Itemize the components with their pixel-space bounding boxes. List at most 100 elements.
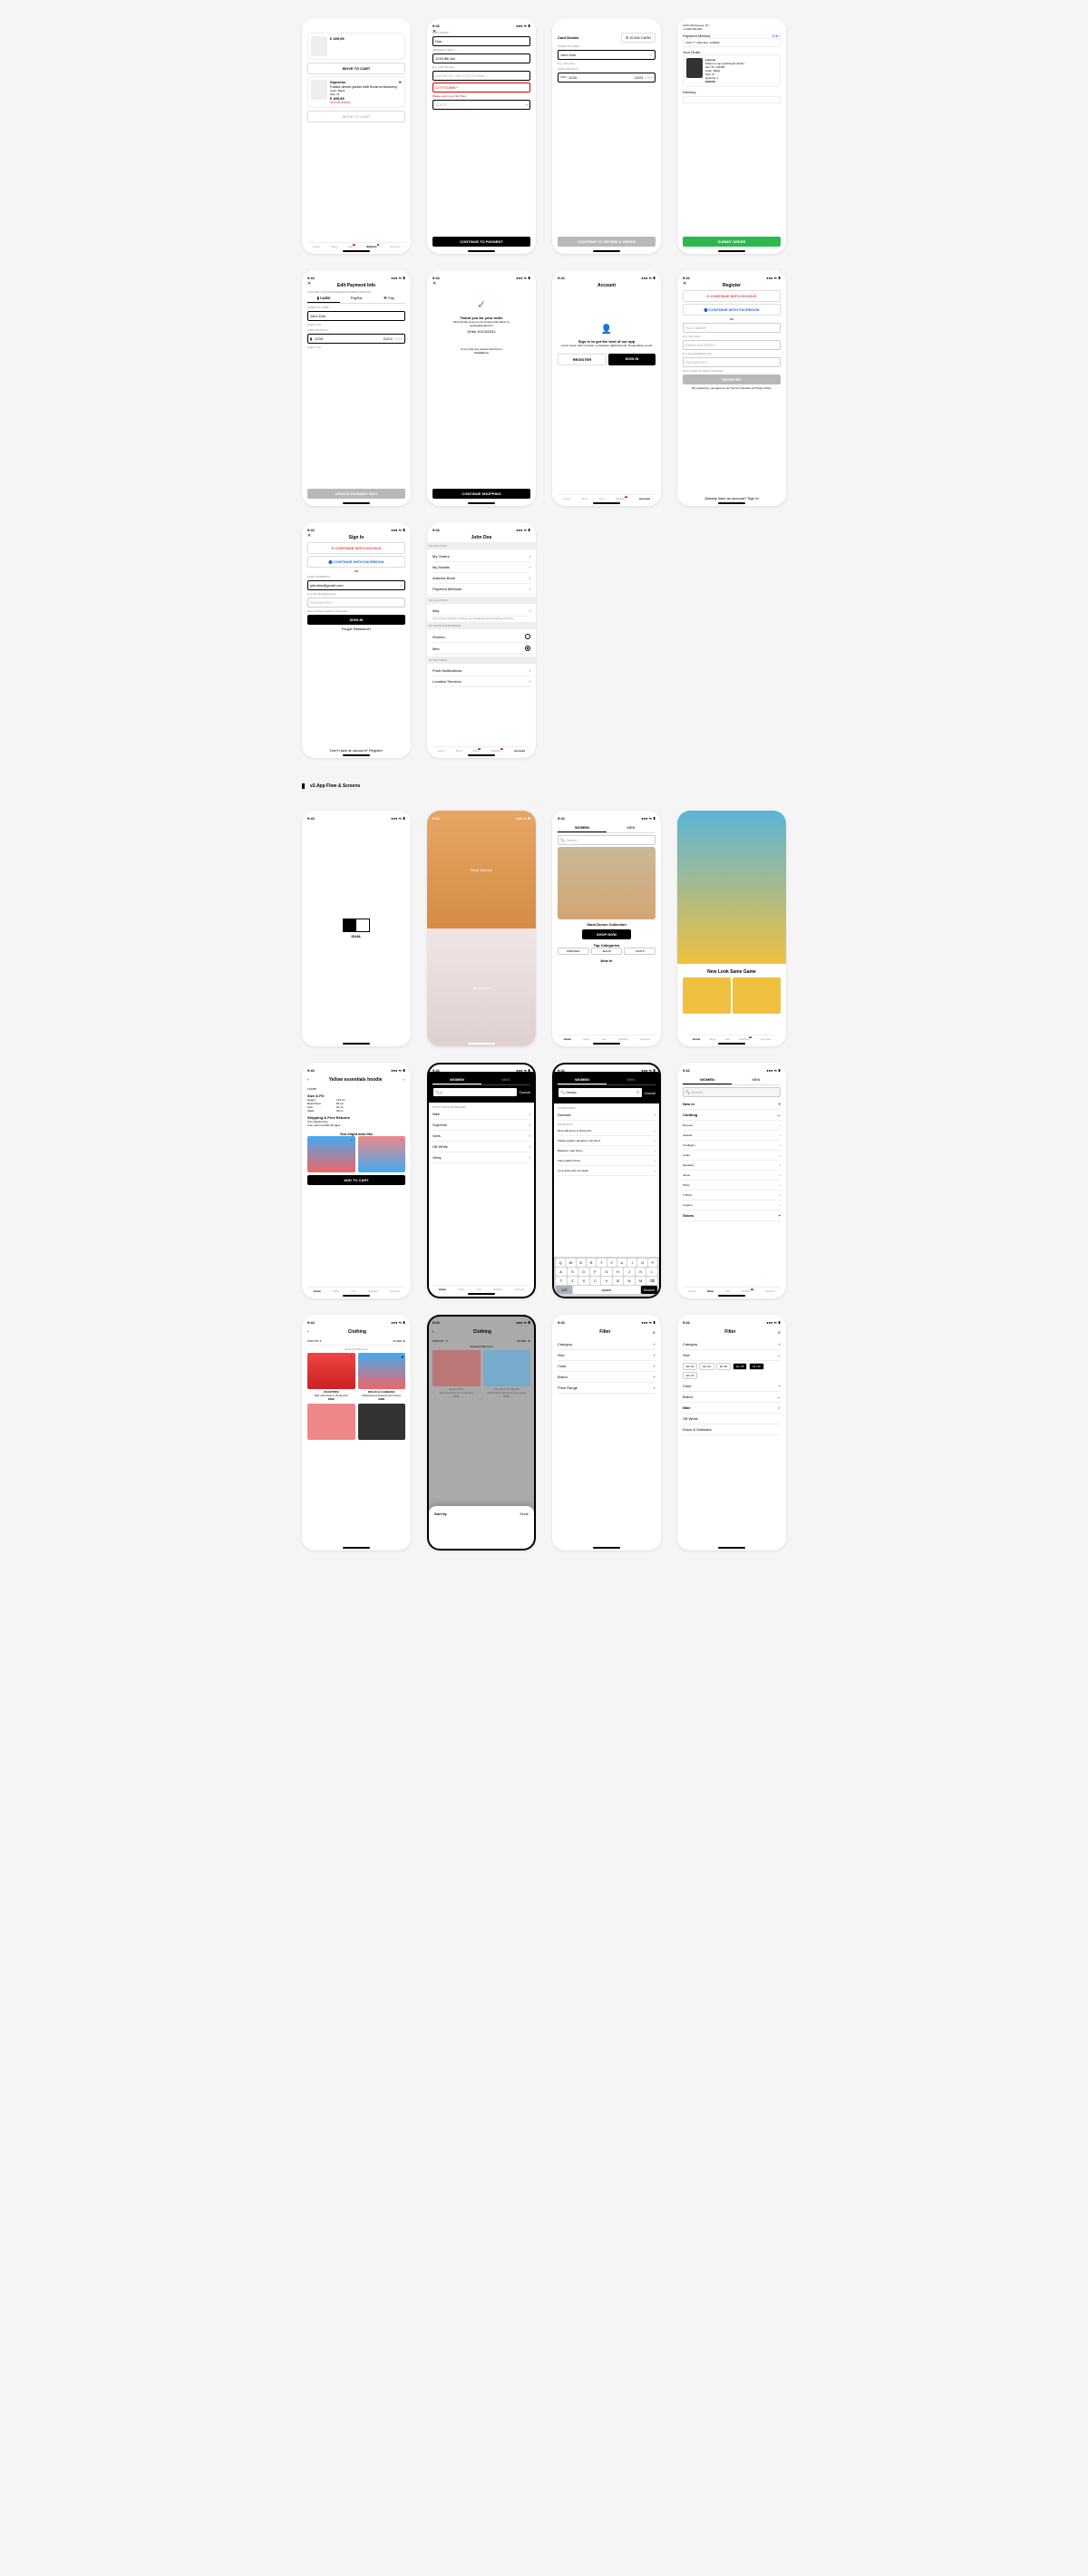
signin-link[interactable]: Already have an account? Sign in bbox=[683, 496, 781, 501]
cat-jeans[interactable]: JEANS bbox=[591, 948, 623, 955]
my-details[interactable]: My Details› bbox=[432, 562, 530, 573]
nav-account[interactable]: Account bbox=[390, 245, 400, 248]
continue-shopping-button[interactable]: CONTINUE SHOPPING bbox=[432, 489, 530, 499]
filter-button[interactable]: FILTER ⚙ bbox=[393, 1339, 405, 1343]
tab-paypal[interactable]: PayPal bbox=[340, 294, 373, 303]
nav-shop[interactable]: Shop bbox=[582, 497, 588, 501]
nav-account[interactable]: Account bbox=[761, 1037, 771, 1041]
product-card[interactable]: ♡ VALENTINO Red midi dress in floral pri… bbox=[307, 1353, 355, 1401]
size-42[interactable]: EU 42 bbox=[683, 1372, 697, 1379]
address1-input[interactable]: 1234 8th Avl bbox=[432, 53, 530, 63]
nav-home[interactable]: Home bbox=[563, 497, 570, 501]
nav-cart[interactable]: Cart bbox=[601, 1037, 607, 1041]
filter-category[interactable]: Category+ bbox=[683, 1339, 781, 1350]
filter-price[interactable]: Price Range+ bbox=[558, 1383, 656, 1394]
close-icon[interactable]: ✕ bbox=[307, 533, 311, 539]
signin-button[interactable]: SIGN IN bbox=[608, 354, 656, 365]
filter-color[interactable]: Color+ bbox=[558, 1361, 656, 1372]
search-input[interactable]: 🔍 Search bbox=[558, 835, 656, 845]
my-orders[interactable]: My Orders› bbox=[432, 551, 530, 562]
tab-men[interactable]: MEN bbox=[607, 1075, 656, 1084]
tab-women[interactable]: WOMEN bbox=[432, 1075, 481, 1084]
city-input[interactable]: CITY/TOWN * bbox=[432, 83, 530, 92]
facebook-button[interactable]: ⬤ CONTINUE WITH FACEBOOK bbox=[307, 556, 405, 568]
nav-wishlist[interactable]: Wishlist● bbox=[739, 1037, 752, 1041]
address2-input[interactable]: ADDRESS LINE 2 (OPTIONAL) bbox=[432, 71, 530, 81]
cancel-button[interactable]: Cancel bbox=[520, 1090, 530, 1094]
keyboard[interactable]: QWERTYUIOP ASDFGHJKL ⇧ZXCVBNM⌫ 123spaceS… bbox=[554, 1257, 659, 1297]
payment-methods[interactable]: Payment Methods› bbox=[432, 584, 530, 595]
nav-shop[interactable]: Shop bbox=[710, 1037, 716, 1041]
card-number-input[interactable]: VISA 1234 12/21 CVV bbox=[558, 73, 656, 83]
brand-offwhite[interactable]: Off-White bbox=[683, 1414, 781, 1424]
fullname-input[interactable]: FULL NAME* bbox=[683, 323, 781, 333]
tab-women[interactable]: WOMEN bbox=[558, 1075, 607, 1084]
sub-jackets[interactable]: Jackets› bbox=[683, 1131, 781, 1141]
password-input[interactable]: PASSWORD * bbox=[307, 598, 405, 608]
filter-brand[interactable]: Brand+ bbox=[558, 1372, 656, 1383]
tab-men[interactable]: MEN bbox=[732, 1075, 781, 1084]
search-input[interactable]: 🔍 Search bbox=[683, 1087, 781, 1097]
nav-cart[interactable]: Cart• bbox=[348, 245, 355, 248]
result-3[interactable]: Backless maxi dress› bbox=[558, 1146, 656, 1156]
state-select[interactable]: STATE *▾ bbox=[432, 100, 530, 110]
result-4[interactable]: Faux leather dress› bbox=[558, 1156, 656, 1166]
cancel-button[interactable]: Cancel bbox=[645, 1091, 656, 1095]
location[interactable]: Italy› bbox=[432, 606, 530, 617]
nav-wishlist[interactable]: Wishlist bbox=[493, 1288, 502, 1291]
nav-account[interactable]: Account bbox=[514, 749, 525, 753]
nav-account[interactable]: Account bbox=[765, 1289, 775, 1293]
nav-wishlist[interactable]: Wishlist● bbox=[491, 749, 504, 753]
register-link[interactable]: Don't have an account? Register bbox=[307, 748, 405, 753]
sub-sweaters[interactable]: Sweaters› bbox=[683, 1161, 781, 1171]
scan-card-button[interactable]: ⊡ SCAN CARD bbox=[621, 33, 656, 43]
nav-wishlist[interactable]: Wishlist● bbox=[616, 497, 628, 501]
signin-button[interactable]: SIGN IN bbox=[307, 615, 405, 625]
brand-vans[interactable]: Vans› bbox=[432, 1131, 530, 1142]
brand-nike[interactable]: Nike✓ bbox=[683, 1403, 781, 1414]
close-icon[interactable]: ✕ bbox=[432, 29, 436, 34]
nav-home[interactable]: Home bbox=[313, 245, 320, 248]
sort-button[interactable]: SORT BY ▾ bbox=[307, 1339, 321, 1343]
cat-clothing[interactable]: Clothing— bbox=[683, 1110, 781, 1121]
size-34[interactable]: EU 34 bbox=[699, 1363, 714, 1370]
tab-women[interactable]: WOMEN bbox=[558, 823, 607, 832]
push-notifications[interactable]: Push Notifications› bbox=[432, 666, 530, 676]
email-input[interactable]: EMAIL ADDRESS* bbox=[683, 340, 781, 350]
done-button[interactable]: Done bbox=[520, 1512, 529, 1516]
nav-wishlist[interactable]: Wishlist• bbox=[366, 245, 379, 248]
shop-men-button[interactable]: Shop Men bbox=[427, 928, 536, 1046]
pref-women[interactable]: Women bbox=[432, 631, 530, 643]
cat-shoes[interactable]: Shoes+ bbox=[683, 1210, 781, 1221]
sub-cardigans[interactable]: Cardigans› bbox=[683, 1141, 781, 1151]
nav-shop[interactable]: Shop bbox=[331, 245, 337, 248]
nav-shop[interactable]: Shop bbox=[456, 749, 462, 753]
size-32[interactable]: EU 32 bbox=[683, 1363, 697, 1370]
contact-us-link[interactable]: Contact us bbox=[432, 351, 530, 355]
sub-tshirts[interactable]: T-Shirts› bbox=[683, 1191, 781, 1201]
cat-dresses[interactable]: Dresses› bbox=[558, 1110, 656, 1121]
nav-account[interactable]: Account bbox=[639, 497, 650, 501]
brand-nike[interactable]: Nike› bbox=[432, 1109, 530, 1120]
brand-offwhite[interactable]: Off-White› bbox=[432, 1142, 530, 1152]
last-name-input[interactable]: Doe bbox=[432, 36, 530, 46]
brand-dg[interactable]: Dolce & Gabbana bbox=[683, 1424, 781, 1435]
nav-home[interactable]: Home bbox=[693, 1037, 700, 1041]
sub-jeans[interactable]: Jeans› bbox=[683, 1171, 781, 1181]
nav-wishlist[interactable]: Wishlist bbox=[368, 1289, 377, 1293]
filter-size[interactable]: Size— bbox=[683, 1350, 781, 1361]
close-icon[interactable]: ✕ bbox=[653, 1330, 656, 1335]
result-1[interactable]: Red midi dress in floral print› bbox=[558, 1126, 656, 1136]
nav-account[interactable]: Account bbox=[390, 1289, 400, 1293]
nav-cart[interactable]: Cart bbox=[599, 497, 605, 501]
register-button[interactable]: REGISTER bbox=[558, 354, 607, 365]
product-card[interactable]: ♥ DOLCE & GABBANA Multicolored abstract … bbox=[358, 1353, 406, 1401]
name-input[interactable]: John Doe bbox=[307, 311, 405, 321]
google-button[interactable]: G CONTINUE WITH GOOGLE bbox=[683, 290, 781, 302]
cat-new-in[interactable]: New in+ bbox=[683, 1099, 781, 1110]
search-input[interactable]: 🔍 Dress|ⓧ bbox=[558, 1087, 643, 1098]
nav-shop[interactable]: Shop bbox=[333, 1289, 339, 1293]
sub-dresses[interactable]: Dresses› bbox=[683, 1121, 781, 1131]
nav-cart[interactable]: Cart bbox=[351, 1289, 356, 1293]
nav-home[interactable]: Home bbox=[688, 1289, 695, 1293]
